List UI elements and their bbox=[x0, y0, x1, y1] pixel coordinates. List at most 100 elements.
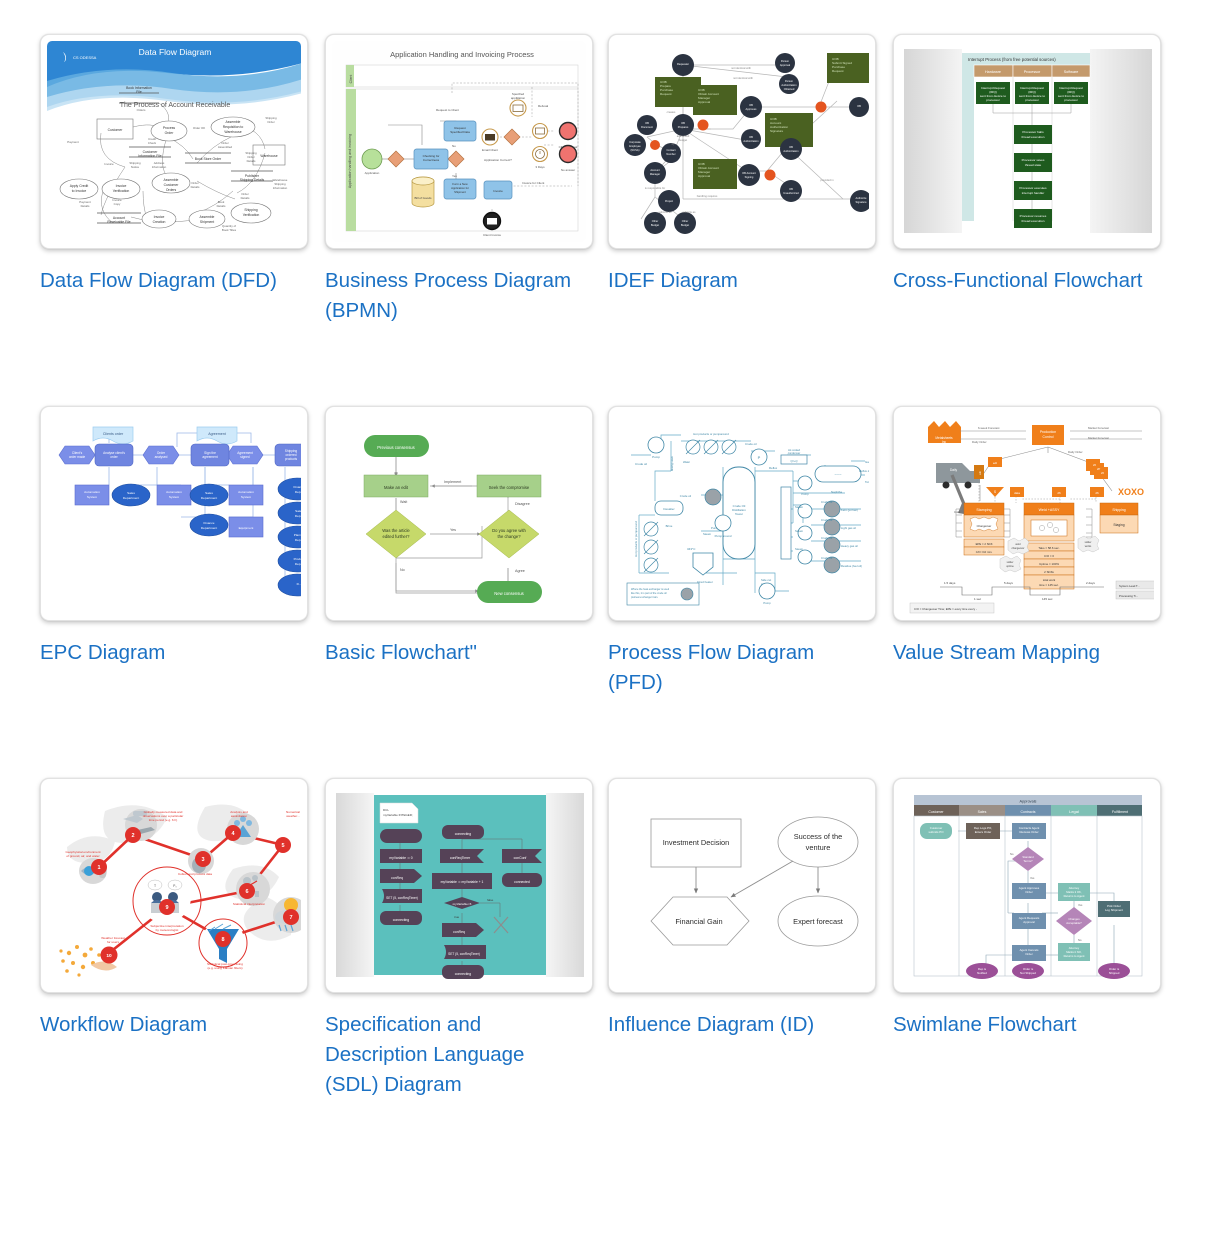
svg-text:Approval: Approval bbox=[1023, 920, 1035, 924]
svg-text:condenser: condenser bbox=[788, 451, 801, 455]
svg-text:Coils: Coils bbox=[954, 510, 961, 514]
svg-text:conReqTimer: conReqTimer bbox=[450, 856, 471, 860]
svg-text:Department: Department bbox=[201, 496, 217, 500]
svg-text:Statistical interpretation: Statistical interpretation bbox=[233, 902, 265, 906]
svg-text:Crude oil: Crude oil bbox=[821, 500, 833, 504]
svg-text:343°C: 343°C bbox=[687, 547, 696, 551]
svg-text:not identical with: not identical with bbox=[733, 76, 753, 80]
caption-link-dfd[interactable]: Data Flow Diagram (DFD) bbox=[40, 266, 290, 296]
svg-text:assimilation: assimilation bbox=[231, 814, 247, 818]
svg-text:Authorization: Authorization bbox=[783, 149, 799, 153]
svg-text:Success of the: Success of the bbox=[794, 832, 842, 841]
svg-text:Order: Order bbox=[1025, 952, 1032, 956]
svg-text:P₀: P₀ bbox=[173, 884, 177, 888]
thumbnail-dfd[interactable]: Data Flow Diagram CS ODESSA The Process … bbox=[40, 34, 308, 249]
svg-text:Equipment: Equipment bbox=[239, 526, 254, 530]
svg-text:Order: Order bbox=[1025, 890, 1032, 894]
svg-text:Clients order: Clients order bbox=[103, 432, 124, 436]
svg-text:conReq: conReq bbox=[453, 930, 465, 934]
svg-text:Creation: Creation bbox=[153, 220, 166, 224]
svg-text:thread state: thread state bbox=[1025, 163, 1042, 167]
svg-text:C/O = Changeover Time; EPE = e: C/O = Changeover Time; EPE = every time … bbox=[914, 607, 977, 611]
svg-text:Crude oil: Crude oil bbox=[821, 536, 833, 540]
svg-text:edited further?: edited further? bbox=[382, 534, 410, 539]
caption-link-vsm[interactable]: Value Stream Mapping bbox=[893, 638, 1143, 668]
svg-text:Residue (fuel oil): Residue (fuel oil) bbox=[841, 564, 862, 568]
caption-link-workflow[interactable]: Workflow Diagram bbox=[40, 1010, 290, 1040]
caption-link-epc[interactable]: EPC Diagram bbox=[40, 638, 290, 668]
svg-text:Assemble: Assemble bbox=[164, 178, 179, 182]
svg-text:Details: Details bbox=[217, 204, 226, 208]
caption-link-swimlane[interactable]: Swimlane Flowchart bbox=[893, 1010, 1143, 1040]
svg-text:connecting: connecting bbox=[393, 918, 410, 922]
svg-text:System: System bbox=[241, 495, 252, 499]
svg-text:No: No bbox=[1010, 852, 1014, 856]
caption-link-idef[interactable]: IDEF Diagram bbox=[608, 266, 858, 296]
svg-text:Department: Department bbox=[201, 526, 217, 530]
thumbnail-bpmn[interactable]: Application Handling and Invoicing Proce… bbox=[325, 34, 593, 249]
svg-text:Correctness: Correctness bbox=[423, 158, 440, 162]
svg-text:Heavy gas oil: Heavy gas oil bbox=[841, 544, 858, 548]
svg-text:Verification: Verification bbox=[243, 213, 260, 217]
svg-text:Signature: Signature bbox=[855, 200, 867, 204]
svg-text:145 sec: 145 sec bbox=[1042, 597, 1053, 601]
svg-text:weld: weld bbox=[1015, 543, 1021, 546]
svg-text:Signature: Signature bbox=[770, 129, 784, 133]
svg-text:Steam: Steam bbox=[795, 505, 804, 509]
thumbnail-pfd[interactable]: Pump Crude oil Hot products or pumparoun… bbox=[608, 406, 876, 621]
svg-text:Gas: Gas bbox=[865, 460, 869, 464]
svg-text:Automation: Automation bbox=[238, 490, 254, 494]
thumbnail-epc[interactable]: Clients order Agreement Client's order ma… bbox=[40, 406, 308, 621]
svg-text:Acceptable?: Acceptable? bbox=[1066, 921, 1082, 925]
svg-text:handling requires: handling requires bbox=[697, 194, 718, 198]
svg-text:Daily: Daily bbox=[950, 468, 957, 472]
thumbnail-influence[interactable]: Investment Decision Success of the ventu… bbox=[608, 778, 876, 993]
svg-text:Financial Gain: Financial Gain bbox=[675, 917, 722, 926]
svg-text:Notice: Notice bbox=[131, 165, 140, 169]
svg-text:OB Account: OB Account bbox=[742, 171, 756, 175]
svg-text:analysed: analysed bbox=[155, 455, 168, 459]
svg-text:Invoice for Client: Invoice for Client bbox=[522, 181, 545, 185]
caption-link-influence[interactable]: Influence Diagram (ID) bbox=[608, 1010, 858, 1040]
svg-text:Tower: Tower bbox=[735, 512, 743, 516]
svg-text:Verification: Verification bbox=[113, 189, 130, 193]
gallery-cell-influence: Investment Decision Success of the ventu… bbox=[608, 778, 891, 1100]
caption-link-cross-functional[interactable]: Cross-Functional Flowchart bbox=[893, 266, 1143, 296]
svg-text:budget: budget bbox=[679, 138, 687, 142]
caption-link-pfd[interactable]: Process Flow Diagram (PFD) bbox=[608, 638, 858, 698]
svg-text:Contracts: Contracts bbox=[1021, 810, 1036, 814]
caption-link-bpmn[interactable]: Business Process Diagram (BPMN) bbox=[325, 266, 575, 326]
svg-text:conReq: conReq bbox=[391, 876, 403, 880]
svg-text:Investment Decision: Investment Decision bbox=[663, 838, 730, 847]
svg-text:Orders: Orders bbox=[166, 188, 177, 192]
svg-text:Approvals: Approvals bbox=[1020, 800, 1037, 804]
svg-text:Where the heat exchanger is us: Where the heat exchanger is used bbox=[631, 588, 670, 591]
svg-text:Request: Request bbox=[832, 69, 844, 73]
svg-text:Shipping Details: Shipping Details bbox=[240, 178, 265, 182]
svg-text:Reflux drum: Reflux drum bbox=[859, 469, 869, 473]
svg-text:myVariable<3: myVariable<3 bbox=[453, 902, 472, 906]
thumbnail-vsm[interactable]: Metalsheets Inc Production Control 6-wee… bbox=[893, 406, 1161, 621]
svg-text:2P: 2P bbox=[1097, 467, 1100, 471]
svg-text:Refusal: Refusal bbox=[538, 104, 549, 108]
svg-text:Yes: Yes bbox=[1078, 903, 1083, 907]
svg-text:EPE = 2 Shift: EPE = 2 Shift bbox=[976, 542, 993, 546]
thumbnail-sdl[interactable]: DCL myVariable INTEGER; myVariable:= 0 … bbox=[325, 778, 593, 993]
svg-text:Request: Request bbox=[660, 92, 672, 96]
svg-text:File: File bbox=[136, 90, 142, 94]
thumbnail-idef[interactable]: UOB Prepare Purchase Request UOB Obtain Acco… bbox=[608, 34, 876, 249]
thumbnail-basic-flowchart[interactable]: Previous consensus Make an edit Seek the… bbox=[325, 406, 593, 621]
svg-text:Yes: Yes bbox=[1030, 876, 1035, 880]
svg-text:Sales: Sales bbox=[978, 810, 987, 814]
caption-link-basic-flowchart[interactable]: Basic Flowchart" bbox=[325, 638, 575, 668]
svg-text:is responsible for: is responsible for bbox=[645, 186, 665, 190]
svg-text:Processing Ti...: Processing Ti... bbox=[1119, 594, 1138, 598]
svg-text:Dep...: Dep... bbox=[295, 490, 301, 494]
thumbnail-workflow[interactable]: T P₀ 1 2 3 4 5 6 9 8 7 10 Geophysical en… bbox=[40, 778, 308, 993]
thumbnail-swimlane[interactable]: Approvals Customer Sales Contracts Legal… bbox=[893, 778, 1161, 993]
caption-link-sdl[interactable]: Specification and Description Language (… bbox=[325, 1010, 575, 1100]
thumbnail-cross-functional[interactable]: Interrupt Process (from free potential s… bbox=[893, 34, 1161, 249]
svg-text:Enters Order: Enters Order bbox=[975, 830, 992, 834]
svg-text:myVariable := 0: myVariable := 0 bbox=[389, 856, 413, 860]
svg-text:Pump around: Pump around bbox=[715, 534, 732, 538]
